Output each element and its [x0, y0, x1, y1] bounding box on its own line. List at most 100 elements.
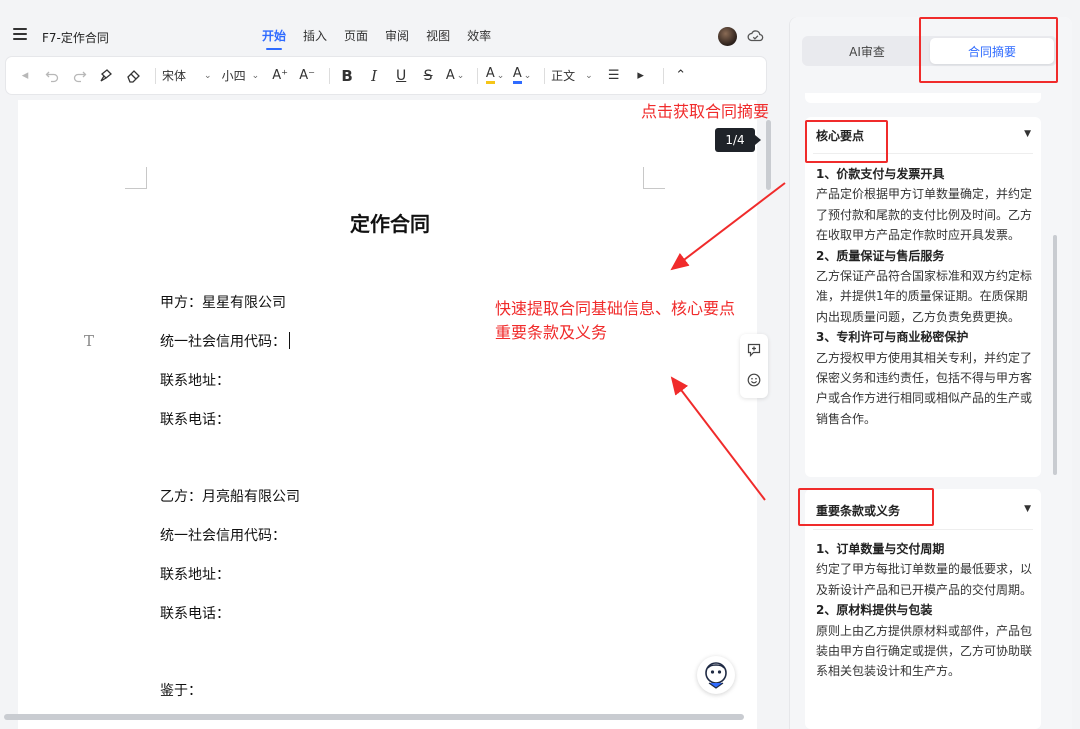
underline-button[interactable]: U [390, 64, 412, 88]
item-heading: 1、价款支付与发票开具 [816, 167, 945, 181]
margin-corner-mark [125, 167, 147, 189]
toolbar-divider [155, 67, 156, 84]
tab-start[interactable]: 开始 [262, 27, 286, 50]
bold-button[interactable]: B [336, 64, 358, 88]
menu-icon[interactable] [13, 28, 27, 40]
tab-view[interactable]: 视图 [426, 27, 450, 50]
item-text: 乙方授权甲方使用其相关专利，并约定了保密义务和违约责任，包括不得与甲方客户或合作… [816, 350, 1033, 426]
font-color-button[interactable]: A ⌄ [511, 64, 533, 88]
party-b-phone: 联系电话： [160, 606, 230, 622]
font-family-value: 宋体 [162, 69, 187, 83]
panel-scrollbar[interactable] [1053, 235, 1057, 475]
formatting-toolbar: ◂ 宋体 ⌄ 小四 ⌄ A⁺ A⁻ B I U S A ⌄ A ⌄ A ⌄ 正文 ⌄ ☰ ▸… [6, 57, 766, 94]
party-a-name: 甲方：星星有限公司 [160, 295, 286, 311]
annotation-click-summary: 点击获取合同摘要 [641, 102, 770, 121]
previous-card-edge [805, 93, 1041, 103]
emoji-icon[interactable] [747, 373, 761, 387]
party-b-name: 乙方：月亮船有限公司 [160, 489, 300, 505]
strikethrough-button[interactable]: S [417, 64, 439, 88]
page-indicator: 1/4 [715, 128, 761, 152]
paragraph-style-select[interactable]: 正文 ⌄ [551, 67, 593, 84]
more-right-icon[interactable]: ▸ [630, 64, 652, 88]
font-size-select[interactable]: 小四 ⌄ [222, 67, 260, 84]
top-bar: F7-定作合同 开始 插入 页面 审阅 视图 效率 [0, 0, 790, 52]
list-icon[interactable]: ☰ [603, 64, 625, 88]
eraser-icon[interactable] [122, 64, 144, 88]
undo-icon[interactable] [41, 64, 63, 88]
item-text: 乙方保证产品符合国家标准和双方约定标准，并提供1年的质量保证期。在质保期内出现质… [816, 269, 1033, 324]
highlight-box-summary-tab [919, 17, 1058, 83]
party-b-address: 联系地址： [160, 567, 230, 583]
item-heading: 1、订单数量与交付周期 [816, 542, 945, 556]
document-page[interactable] [18, 100, 757, 729]
party-a-credit-code: 统一社会信用代码： [160, 331, 290, 351]
chevron-down-icon: ⌄ [456, 70, 465, 81]
chevron-down-icon: ⌄ [523, 70, 532, 81]
party-a-phone: 联系电话： [160, 412, 230, 428]
item-heading: 2、原材料提供与包装 [816, 603, 933, 618]
paragraph-style-value: 正文 [551, 69, 576, 83]
assistant-mascot-icon [705, 662, 727, 689]
tab-ai-review[interactable]: AI审查 [805, 38, 929, 64]
party-a-address: 联系地址： [160, 373, 230, 389]
annotation-extract-line1: 快速提取合同基础信息、核心要点 [495, 299, 736, 318]
summary-card-key-points: 核心要点 ▼ 1、价款支付与发票开具 产品定价根据甲方订单数量确定，并约定了预付… [805, 117, 1041, 477]
collapse-caret-icon[interactable]: ▼ [1024, 504, 1031, 514]
document-pane: 定作合同 T 甲方：星星有限公司 统一社会信用代码： 联系地址： 联系电话： 乙… [0, 100, 775, 729]
toolbar-divider [329, 67, 331, 84]
item-text: 产品定价根据甲方订单数量确定，并约定了预付款和尾款的支付比例及时间。乙方在收取甲… [816, 187, 1033, 243]
document-vertical-scrollbar[interactable] [766, 120, 771, 190]
tab-page[interactable]: 页面 [344, 27, 368, 50]
toolbar-divider [477, 67, 479, 84]
font-effect-button[interactable]: A ⌄ [444, 64, 466, 88]
tab-review[interactable]: 审阅 [385, 27, 409, 50]
floating-side-tools [740, 334, 768, 398]
tab-efficiency[interactable]: 效率 [467, 27, 491, 50]
toolbar-divider [662, 67, 664, 84]
text-style-marker[interactable]: T [84, 332, 94, 350]
ribbon-tabs: 开始 插入 页面 审阅 视图 效率 [262, 27, 491, 50]
margin-corner-mark [643, 167, 665, 189]
contract-title: 定作合同 [350, 212, 430, 236]
add-comment-icon[interactable] [747, 343, 761, 357]
collapse-left-icon[interactable]: ◂ [14, 64, 36, 88]
annotation-extract-line2: 重要条款及义务 [495, 323, 608, 342]
chevron-down-icon: ⌄ [251, 70, 260, 81]
highlight-label: A [485, 67, 495, 84]
item-text: 原则上由乙方提供原材料或部件，产品包装由甲方自行确定或提供，乙方可协助联系相关包… [816, 623, 1033, 679]
highlight-box-important-terms [798, 488, 934, 526]
chevron-down-icon: ⌄ [585, 70, 593, 81]
font-size-value: 小四 [221, 69, 246, 83]
party-a-credit-code-label: 统一社会信用代码： [160, 334, 286, 350]
card-body: 1、价款支付与发票开具 产品定价根据甲方订单数量确定，并约定了预付款和尾款的支付… [816, 164, 1038, 429]
text-cursor [289, 332, 290, 349]
redo-icon[interactable] [68, 64, 90, 88]
format-painter-icon[interactable] [95, 64, 117, 88]
cloud-sync-icon[interactable] [747, 28, 764, 45]
font-color-label: A [512, 67, 522, 84]
ai-assistant-button[interactable] [697, 656, 735, 694]
tab-insert[interactable]: 插入 [303, 27, 327, 50]
font-family-select[interactable]: 宋体 ⌄ [162, 67, 212, 84]
collapse-caret-icon[interactable]: ▼ [1024, 129, 1031, 139]
grow-font-button[interactable]: A⁺ [269, 64, 291, 88]
document-horizontal-scrollbar[interactable] [4, 714, 744, 720]
chevron-down-icon: ⌄ [204, 70, 212, 81]
item-heading: 2、质量保证与售后服务 [816, 248, 945, 263]
collapse-toolbar-icon[interactable]: ⌃ [670, 64, 692, 88]
document-title[interactable]: F7-定作合同 [42, 29, 109, 46]
item-heading: 3、专利许可与商业秘密保护 [816, 330, 969, 345]
card-divider [813, 529, 1033, 530]
chevron-down-icon: ⌄ [496, 70, 505, 81]
item-text: 约定了甲方每批订单数量的最低要求，以及新设计产品和已开模产品的交付周期。 [816, 562, 1033, 597]
highlight-button[interactable]: A ⌄ [484, 64, 506, 88]
party-b-credit-code: 统一社会信用代码： [160, 528, 286, 544]
highlight-box-key-points [805, 120, 888, 163]
font-effect-label: A [445, 68, 455, 83]
card-body: 1、订单数量与交付周期 约定了甲方每批订单数量的最低要求，以及新设计产品和已开模… [816, 539, 1038, 682]
italic-button[interactable]: I [363, 64, 385, 88]
toolbar-divider [544, 67, 546, 84]
avatar[interactable] [718, 27, 737, 46]
shrink-font-button[interactable]: A⁻ [296, 64, 318, 88]
whereas-heading: 鉴于： [160, 683, 202, 699]
